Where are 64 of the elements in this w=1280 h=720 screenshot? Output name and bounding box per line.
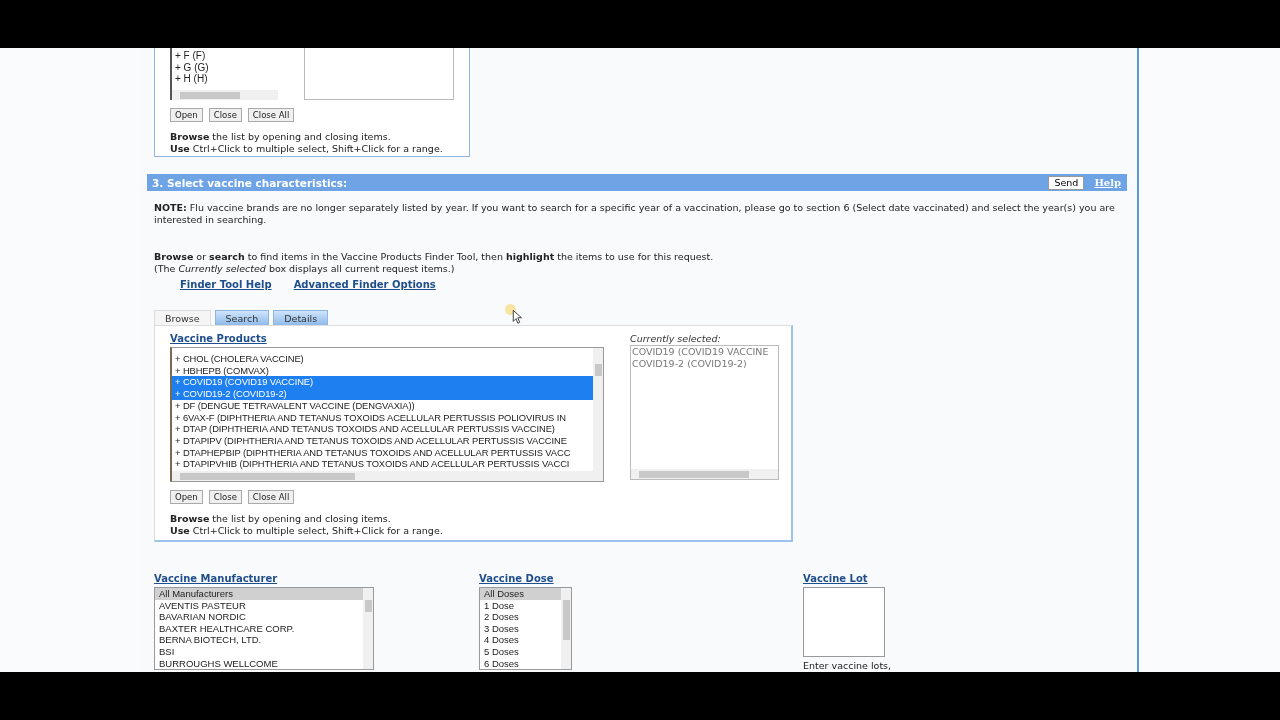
scrollbar[interactable] (172, 471, 603, 481)
help-text: Browse the list by opening and closing items. (170, 513, 392, 525)
text-area[interactable] (803, 587, 885, 657)
list-item[interactable]: BAVARIAN NORDIC (155, 611, 363, 623)
send-button[interactable]: Send (1048, 175, 1085, 190)
section-title: 3. Select vaccine characteristics: (152, 176, 349, 189)
list-item[interactable]: + DF (DENGUE TETRAVALENT VACCINE (DENGVAXIA)) (172, 399, 593, 412)
finder-link[interactable]: Advanced Finder Options (293, 279, 436, 290)
list-button[interactable]: Close (208, 490, 242, 504)
scrollbar[interactable] (593, 348, 603, 471)
list-heading[interactable]: Vaccine Lot (803, 572, 892, 586)
list-item[interactable]: + DTAPHEPBIP (DIPHTHERIA AND TETANUS TOXOIDS AND ACELLULAR PERTUSSIS VACC (172, 446, 593, 459)
scrollbar[interactable] (561, 588, 571, 669)
list-item[interactable]: + G (G) (172, 61, 278, 74)
list-item[interactable]: + DTAPIPVHIB (DIPHTHERIA AND TETANUS TOXOIDS AND ACELLULAR PERTUSSIS VACCI (172, 458, 593, 471)
selected-box[interactable]: COVID19 (COVID19 VACCINE COVID19-2 (COVID19-2) (630, 345, 779, 480)
list-button[interactable]: Close (208, 108, 242, 122)
list-item[interactable]: + H (H) (172, 73, 278, 86)
list-item[interactable]: + DTAP (DIPHTHERIA AND TETANUS TOXOIDS AND ACELLULAR PERTUSSIS VACCINE) (172, 423, 593, 435)
scrollbar[interactable] (172, 90, 278, 100)
list-item[interactable]: BERNA BIOTECH, LTD. (155, 634, 363, 646)
field-label: Currently selected: (630, 333, 722, 345)
note-text: NOTE: Flu vaccine brands are no longer separately listed by year. If you want to search for a specific year of a vaccination, please go to section 6 (Select date vaccinated) and select the year(s) you are interested in searching. (154, 202, 1116, 226)
instruction-text: (The Currently selected box displays all current request items.) (154, 263, 456, 275)
list-heading[interactable]: Vaccine Manufacturer (154, 572, 479, 586)
tab[interactable]: Search (214, 310, 270, 325)
help-text: Use Ctrl+Click to multiple select, Shift+Click for a range. (170, 143, 444, 155)
list-button[interactable]: Close All (247, 490, 295, 504)
list-item[interactable]: + F (F) (172, 50, 278, 62)
list-item[interactable]: + COVID19-2 (COVID19-2) (172, 388, 593, 400)
list-item[interactable]: All Manufacturers (155, 588, 363, 600)
selected-item: COVID19-2 (COVID19-2) (631, 357, 748, 369)
list-item[interactable]: + 6VAX-F (DIPHTHERIA AND TETANUS TOXOIDS ACELLULAR PERTUSSIS POLIOVIRUS IN (172, 411, 593, 424)
list-item[interactable]: 1 Dose (480, 599, 561, 612)
list-item[interactable]: 6 Doses (480, 657, 561, 669)
instruction-text: Browse or search to find items in the Vaccine Products Finder Tool, then highlight the items to use for this request. (154, 251, 715, 263)
list-button[interactable]: Open (170, 490, 203, 504)
list-item[interactable]: 4 Doses (480, 634, 561, 646)
list-item[interactable]: + DTAPIPV (DIPHTHERIA AND TETANUS TOXOIDS AND ACELLULAR PERTUSSIS VACCINE (172, 434, 593, 447)
help-text: Browse the list by opening and closing items. (170, 131, 392, 143)
list-button[interactable]: Close All (247, 108, 295, 122)
list-item[interactable]: 2 Doses (480, 611, 561, 623)
tab[interactable]: Browse (154, 310, 211, 325)
list-item[interactable]: AVENTIS PASTEUR (155, 599, 363, 612)
list-item[interactable]: BAXTER HEALTHCARE CORP. (155, 622, 363, 635)
list-item[interactable]: + HBHEPB (COMVAX) (172, 364, 593, 377)
list-item[interactable]: BURROUGHS WELLCOME (155, 657, 363, 669)
list-heading[interactable]: Vaccine Products (170, 332, 604, 346)
list-item[interactable]: + CHOL (CHOLERA VACCINE) (172, 353, 593, 365)
scrollbar[interactable] (363, 588, 373, 669)
list-item[interactable]: BSI (155, 645, 363, 658)
text-area[interactable] (304, 48, 454, 100)
list-item[interactable]: 3 Doses (480, 622, 561, 635)
list-item[interactable]: All Doses (480, 588, 561, 600)
tab[interactable]: Details (273, 310, 329, 325)
hint-text: Enter vaccine lots, (803, 660, 892, 671)
selected-item: COVID19 (COVID19 VACCINE (631, 346, 770, 358)
list-item[interactable]: + COVID19 (COVID19 VACCINE) (172, 376, 593, 389)
list-heading[interactable]: Vaccine Dose (479, 572, 803, 586)
scrollbar[interactable] (631, 469, 778, 479)
list-button[interactable]: Open (170, 108, 203, 122)
list-item[interactable]: 5 Doses (480, 645, 561, 658)
help-text: Use Ctrl+Click to multiple select, Shift+Click for a range. (170, 525, 444, 537)
finder-link[interactable]: Finder Tool Help (180, 279, 272, 290)
